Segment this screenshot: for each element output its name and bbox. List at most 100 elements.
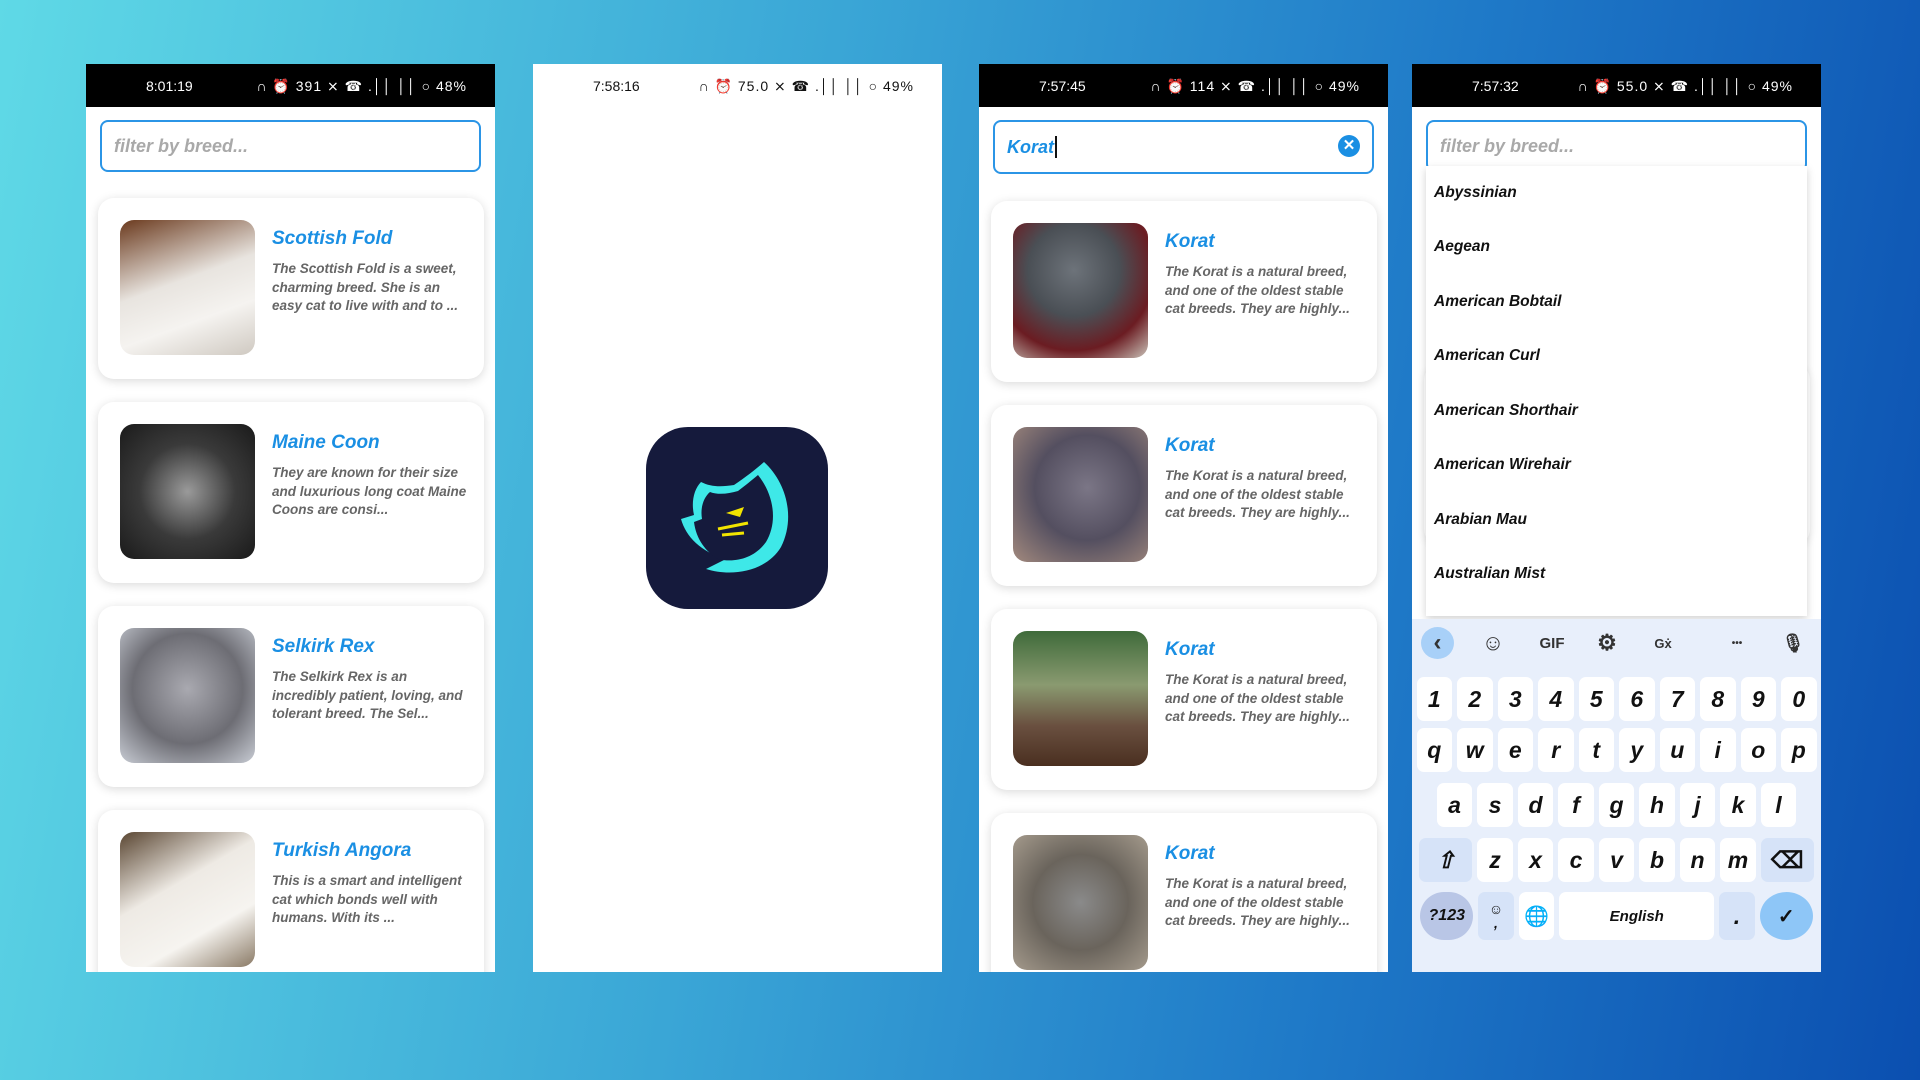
key-w[interactable]: w xyxy=(1457,728,1493,772)
status-icons: ∩ ⏰ 75.0 ⨯ ☎ .││ ││ ○ 49% xyxy=(698,78,914,94)
key-r[interactable]: r xyxy=(1538,728,1574,772)
battery-level: 48% xyxy=(435,78,467,94)
key-d[interactable]: d xyxy=(1517,783,1554,827)
back-icon[interactable]: ‹ xyxy=(1421,627,1454,659)
key-v[interactable]: v xyxy=(1598,838,1635,882)
dropdown-option[interactable]: American Shorthair xyxy=(1434,402,1578,420)
key-9[interactable]: 9 xyxy=(1740,677,1776,721)
key-u[interactable]: u xyxy=(1659,728,1695,772)
key-2[interactable]: 2 xyxy=(1457,677,1493,721)
mic-icon[interactable]: 🎙 xyxy=(1778,627,1808,659)
key-k[interactable]: k xyxy=(1720,783,1756,827)
enter-key[interactable]: ✓ xyxy=(1759,892,1813,940)
breed-title: Korat xyxy=(1165,639,1215,660)
symbols-key[interactable]: ?123 xyxy=(1420,892,1474,940)
breed-card[interactable]: Maine Coon They are known for their size … xyxy=(98,402,484,583)
key-f[interactable]: f xyxy=(1558,783,1594,827)
breed-description: The Korat is a natural breed, and one of… xyxy=(1165,876,1350,928)
sticker-icon[interactable]: ☺ xyxy=(1478,627,1508,659)
dropdown-option[interactable]: American Bobtail xyxy=(1434,293,1561,311)
key-5[interactable]: 5 xyxy=(1578,677,1614,721)
key-t[interactable]: t xyxy=(1578,728,1614,772)
breed-card[interactable]: Korat The Korat is a natural breed, and o… xyxy=(991,201,1377,382)
battery-level: 49% xyxy=(1761,78,1793,94)
key-e[interactable]: e xyxy=(1497,728,1533,772)
gif-button[interactable]: GIF xyxy=(1532,627,1572,659)
breed-title: Maine Coon xyxy=(272,432,380,453)
key-p[interactable]: p xyxy=(1781,728,1817,772)
breed-description: The Korat is a natural breed, and one of… xyxy=(1165,468,1350,520)
key-s[interactable]: s xyxy=(1477,783,1513,827)
key-h[interactable]: h xyxy=(1639,783,1675,827)
space-row: ?123 ☺, 🌐 English . ✓ xyxy=(1412,892,1821,940)
key-q[interactable]: q xyxy=(1416,728,1452,772)
dropdown-option[interactable]: Aegean xyxy=(1434,238,1490,256)
key-l[interactable]: l xyxy=(1760,783,1797,827)
key-g[interactable]: g xyxy=(1598,783,1635,827)
key-7[interactable]: 7 xyxy=(1659,677,1695,721)
key-1[interactable]: 1 xyxy=(1416,677,1452,721)
qwerty-row: qwertyuiop xyxy=(1412,728,1821,772)
key-n[interactable]: n xyxy=(1679,838,1716,882)
breed-filter-input[interactable]: Korat ✕ xyxy=(993,120,1374,174)
keyboard: ‹ ☺ GIF ⚙ Gẋ ••• 🎙 1234567890 qwertyuiop… xyxy=(1412,619,1821,972)
emoji-comma-key[interactable]: ☺, xyxy=(1478,892,1514,940)
clear-icon[interactable]: ✕ xyxy=(1338,135,1360,157)
key-a[interactable]: a xyxy=(1436,783,1473,827)
screen-breed-dropdown: 7:57:32 ∩ ⏰ 55.0 ⨯ ☎ .││ ││ ○ 49% filter… xyxy=(1412,64,1821,972)
key-8[interactable]: 8 xyxy=(1700,677,1736,721)
dropdown-option[interactable]: American Curl xyxy=(1434,347,1540,365)
backspace-key[interactable]: ⌫ xyxy=(1760,838,1814,882)
period-key[interactable]: . xyxy=(1719,892,1755,940)
breed-description: The Korat is a natural breed, and one of… xyxy=(1165,672,1350,724)
dropdown-option[interactable]: Arabian Mau xyxy=(1434,511,1527,529)
key-6[interactable]: 6 xyxy=(1619,677,1655,721)
breed-card[interactable]: Selkirk Rex The Selkirk Rex is an incredi… xyxy=(98,606,484,787)
dropdown-option[interactable]: Abyssinian xyxy=(1434,184,1517,202)
breed-description: The Scottish Fold is a sweet, charming b… xyxy=(272,261,459,313)
dropdown-option[interactable]: American Wirehair xyxy=(1434,456,1571,474)
breed-title: Turkish Angora xyxy=(272,840,412,861)
breed-filter-input[interactable]: filter by breed... xyxy=(100,120,481,172)
screen-splash: 7:58:16 ∩ ⏰ 75.0 ⨯ ☎ .││ ││ ○ 49% xyxy=(533,64,942,972)
breed-card[interactable]: Turkish Angora This is a smart and intell… xyxy=(98,810,484,972)
key-z[interactable]: z xyxy=(1477,838,1513,882)
settings-icon[interactable]: ⚙ xyxy=(1592,627,1622,659)
more-icon[interactable]: ••• xyxy=(1722,627,1752,659)
key-b[interactable]: b xyxy=(1639,838,1675,882)
status-icons: ∩ ⏰ 391 ⨯ ☎ .││ ││ ○ 48% xyxy=(256,78,467,94)
translate-icon[interactable]: Gẋ xyxy=(1648,627,1678,659)
key-y[interactable]: y xyxy=(1619,728,1655,772)
key-j[interactable]: j xyxy=(1679,783,1716,827)
screen-breed-list: 8:01:19 ∩ ⏰ 391 ⨯ ☎ .││ ││ ○ 48% filter … xyxy=(86,64,495,972)
status-time: 7:57:45 xyxy=(1039,78,1086,94)
breed-card[interactable]: Korat The Korat is a natural breed, and o… xyxy=(991,609,1377,790)
status-bar: 8:01:19 ∩ ⏰ 391 ⨯ ☎ .││ ││ ○ 48% xyxy=(86,64,495,107)
breed-card[interactable]: Korat The Korat is a natural breed, and o… xyxy=(991,405,1377,586)
key-0[interactable]: 0 xyxy=(1781,677,1817,721)
status-icons: ∩ ⏰ 55.0 ⨯ ☎ .││ ││ ○ 49% xyxy=(1577,78,1793,94)
emoji-icon: ☺ xyxy=(1488,901,1504,917)
key-o[interactable]: o xyxy=(1740,728,1776,772)
cat-photo xyxy=(1013,223,1148,358)
breed-filter-input[interactable]: filter by breed... xyxy=(1426,120,1807,172)
bottom-letter-row: ⇧ z x c v b n m ⌫ xyxy=(1412,838,1821,882)
key-i[interactable]: i xyxy=(1700,728,1736,772)
breed-card[interactable]: Scottish Fold The Scottish Fold is a swee… xyxy=(98,198,484,379)
status-time: 7:57:32 xyxy=(1472,78,1519,94)
breed-title: Korat xyxy=(1165,231,1215,252)
space-key[interactable]: English xyxy=(1559,892,1715,940)
status-time: 7:58:16 xyxy=(593,78,640,94)
key-3[interactable]: 3 xyxy=(1497,677,1533,721)
cat-photo xyxy=(120,832,255,967)
app-logo xyxy=(646,427,828,609)
key-c[interactable]: c xyxy=(1558,838,1594,882)
key-x[interactable]: x xyxy=(1517,838,1554,882)
breed-card[interactable]: Korat The Korat is a natural breed, and o… xyxy=(991,813,1377,972)
key-4[interactable]: 4 xyxy=(1538,677,1574,721)
globe-icon[interactable]: 🌐 xyxy=(1518,892,1555,940)
key-m[interactable]: m xyxy=(1720,838,1756,882)
breed-title: Korat xyxy=(1165,843,1215,864)
shift-key[interactable]: ⇧ xyxy=(1419,838,1473,882)
dropdown-option[interactable]: Australian Mist xyxy=(1434,565,1545,583)
